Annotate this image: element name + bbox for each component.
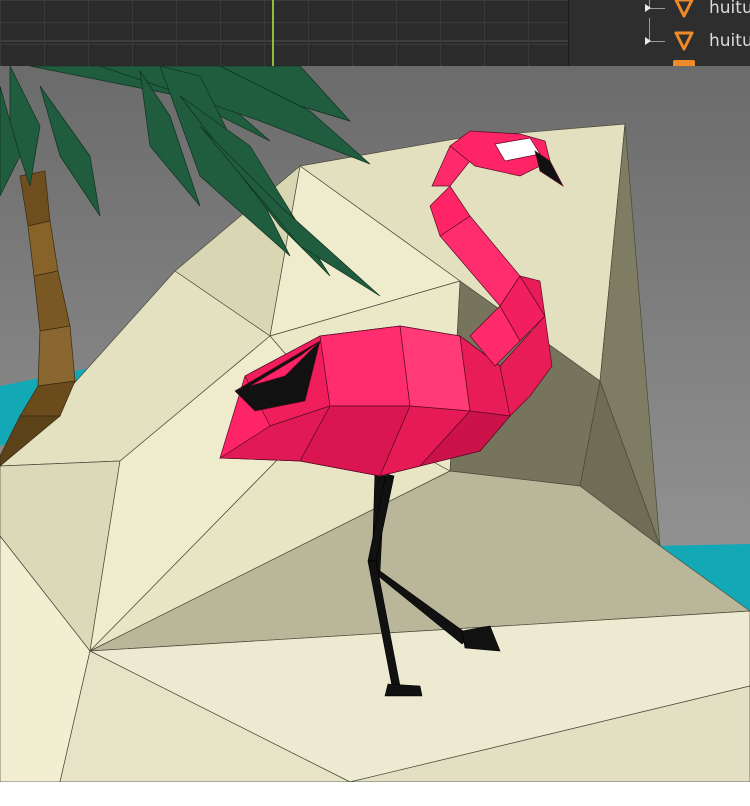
3d-viewport[interactable] [0, 66, 750, 782]
expand-arrow-icon[interactable] [645, 4, 651, 12]
page-bottom-margin [0, 782, 750, 806]
current-frame-marker[interactable] [272, 0, 274, 66]
outliner-item-label: huitu [709, 31, 750, 51]
tree-connector [649, 41, 665, 42]
cone-icon [674, 31, 694, 51]
outliner-item-huitu-2[interactable]: huitu [569, 18, 750, 54]
graph-baseline [0, 40, 568, 42]
editor-header-strip: huitu huitu [0, 0, 750, 66]
viewport-scene [0, 66, 750, 782]
tree-connector [649, 8, 665, 9]
timeline-graph-panel[interactable] [0, 0, 568, 66]
outliner-panel: huitu huitu [568, 0, 750, 66]
outliner-item-label: huitu [709, 0, 750, 18]
expand-arrow-icon[interactable] [645, 37, 651, 45]
cone-icon [674, 0, 694, 18]
outliner-item-huitu-1[interactable]: huitu [569, 0, 750, 21]
